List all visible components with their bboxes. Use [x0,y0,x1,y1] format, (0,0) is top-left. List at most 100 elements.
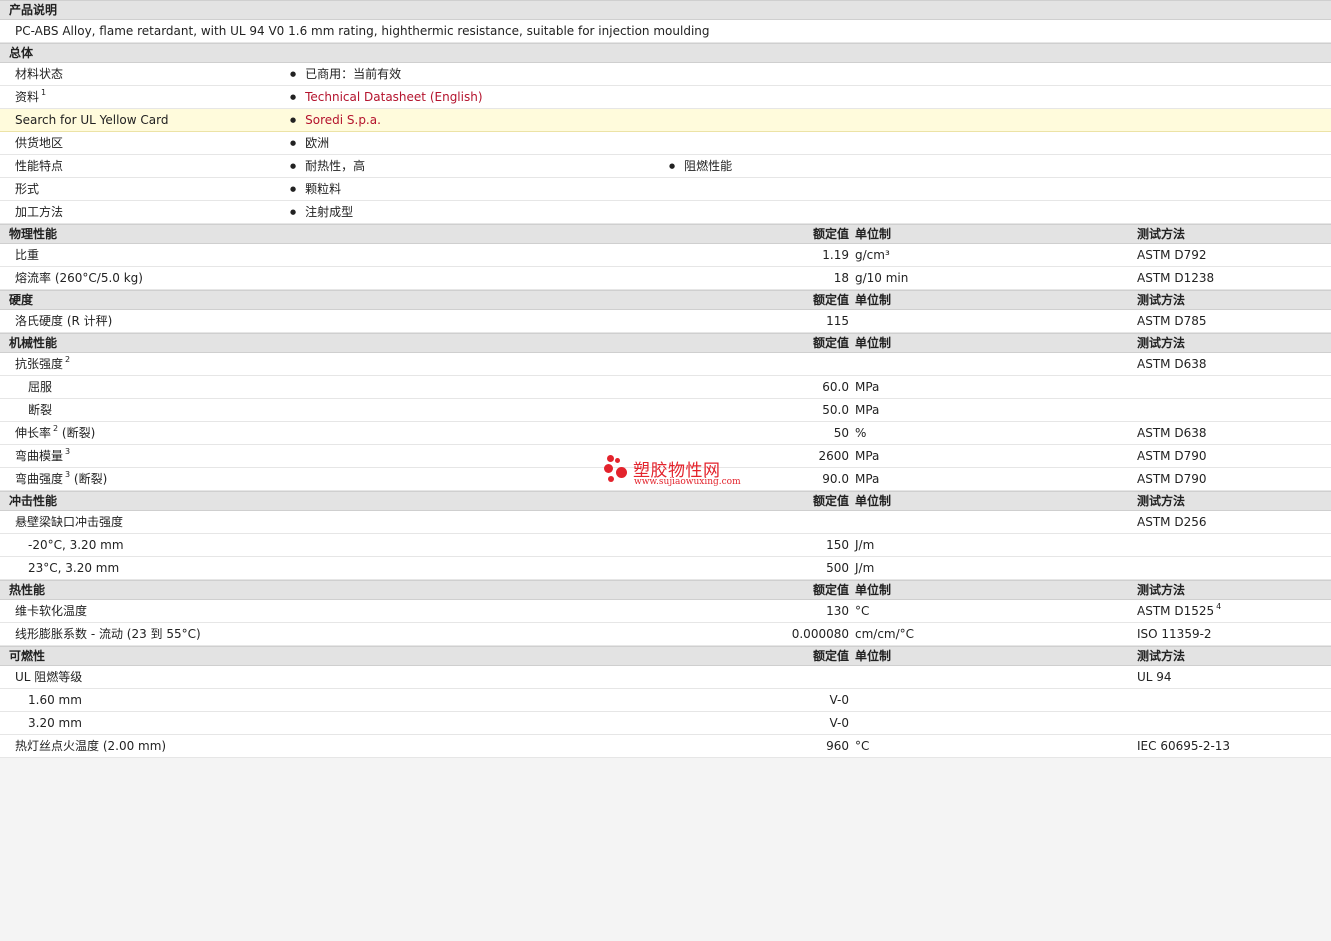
property-label: 23°C, 3.20 mm [28,561,120,575]
property-label: 伸长率 [15,426,52,440]
footnote-mark: 3 [65,470,71,479]
property-value: V-0 [829,716,849,730]
footnote-mark: 3 [65,447,71,456]
property-unit: MPa [855,449,880,463]
row-label-wrap: 资料 1 [15,86,46,108]
property-row: 熔流率 (260°C/5.0 kg) 18 g/10 min ASTM D123… [0,267,1331,290]
section-title: 物理性能 [9,227,58,241]
property-label: 断裂 [28,403,53,417]
header-unit: 单位制 [855,293,892,307]
property-value: 50.0 [822,403,849,417]
property-unit: MPa [855,472,880,486]
header-value: 额定值 [812,649,849,663]
property-label: 弯曲模量 [15,449,64,463]
property-unit: °C [855,604,870,618]
property-unit: °C [855,739,870,753]
property-row: 线形膨胀系数 - 流动 (23 到 55°C) 0.000080 cm/cm/°… [0,623,1331,646]
property-value: 0.000080 [791,627,849,641]
section-header-general: 总体 [0,43,1331,63]
property-row: 热灯丝点火温度 (2.00 mm) 960 °C IEC 60695-2-13 [0,735,1331,758]
property-label: -20°C, 3.20 mm [28,538,124,552]
footnote-mark: 1 [41,88,47,97]
property-row: -20°C, 3.20 mm 150 J/m [0,534,1331,557]
property-label: 洛氏硬度 (R 计秤) [15,314,113,328]
header-value: 额定值 [812,494,849,508]
technical-datasheet-link[interactable]: Technical Datasheet (English) [305,90,482,104]
property-label: 抗张强度 [15,357,64,371]
property-value: 115 [826,314,849,328]
property-row: 维卡软化温度 130 °C ASTM D1525 4 [0,600,1331,623]
property-label-suffix: (断裂) [58,426,96,440]
section-title: 总体 [9,46,34,60]
section-header-description: 产品说明 [0,0,1331,20]
header-value: 额定值 [812,293,849,307]
property-unit: g/cm³ [855,248,890,262]
general-row-form: 形式 颗粒料 [0,178,1331,201]
row-item: 耐热性，高 [290,155,365,179]
property-test: UL 94 [1137,670,1172,684]
property-unit: J/m [855,561,875,575]
footnote-mark: 2 [53,424,59,433]
property-test: ASTM D638 [1137,357,1207,371]
property-test-wrap: ASTM D1525 4 [1137,600,1221,622]
section-title: 冲击性能 [9,494,58,508]
property-value: 1.19 [822,248,849,262]
property-test: ASTM D790 [1137,449,1207,463]
row-label: 材料状态 [15,67,64,81]
general-row-features: 性能特点 耐热性，高 阻燃性能 [0,155,1331,178]
property-unit: g/10 min [855,271,909,285]
property-label: 3.20 mm [28,716,82,730]
property-row: UL 阻燃等级 UL 94 [0,666,1331,689]
property-label: 线形膨胀系数 - 流动 (23 到 55°C) [15,627,201,641]
header-test: 测试方法 [1137,336,1186,350]
property-value: 960 [826,739,849,753]
watermark-logo-icon [604,455,630,485]
description-text: PC-ABS Alloy, flame retardant, with UL 9… [15,24,710,38]
header-unit: 单位制 [855,227,892,241]
property-row: 洛氏硬度 (R 计秤) 115 ASTM D785 [0,310,1331,333]
section-header-flammability: 可燃性 额定值 单位制 测试方法 [0,646,1331,666]
property-row: 抗张强度 2 ASTM D638 [0,353,1331,376]
row-label: 供货地区 [15,136,64,150]
property-unit: cm/cm/°C [855,627,915,641]
property-value: 150 [826,538,849,552]
row-item: 已商用：当前有效 [290,63,401,87]
property-test: ASTM D256 [1137,515,1207,529]
header-test: 测试方法 [1137,649,1186,663]
header-test: 测试方法 [1137,494,1186,508]
footnote-mark: 2 [65,355,71,364]
section-header-mechanical: 机械性能 额定值 单位制 测试方法 [0,333,1331,353]
property-row: 3.20 mm V-0 [0,712,1331,735]
property-label-suffix: (断裂) [70,472,108,486]
property-unit: MPa [855,380,880,394]
property-label: 维卡软化温度 [15,604,88,618]
property-label: 屈服 [28,380,53,394]
property-value: 18 [833,271,849,285]
property-label: 热灯丝点火温度 (2.00 mm) [15,739,167,753]
property-test: ISO 11359-2 [1137,627,1212,641]
property-row: 断裂 50.0 MPa [0,399,1331,422]
watermark-url: www.sujiaowuxing.com [634,477,741,487]
general-row-status: 材料状态 已商用：当前有效 [0,63,1331,86]
section-title: 热性能 [9,583,46,597]
datasheet-table: 产品说明 PC-ABS Alloy, flame retardant, with… [0,0,1331,758]
row-label: 资料 [15,90,40,104]
ul-yellow-card-link[interactable]: Soredi S.p.a. [305,113,381,127]
row-label: 形式 [15,182,40,196]
header-value: 额定值 [812,583,849,597]
section-header-hardness: 硬度 额定值 单位制 测试方法 [0,290,1331,310]
property-label: 比重 [15,248,40,262]
header-value: 额定值 [812,227,849,241]
property-value: V-0 [829,693,849,707]
section-title: 机械性能 [9,336,58,350]
property-value: 50 [833,426,849,440]
row-label: Search for UL Yellow Card [15,113,169,127]
header-value: 额定值 [812,336,849,350]
property-value: 500 [826,561,849,575]
header-unit: 单位制 [855,336,892,350]
property-test: ASTM D785 [1137,314,1207,328]
property-label: 弯曲强度 [15,472,64,486]
site-watermark: 塑胶物性网 www.sujiaowuxing.com [604,455,741,491]
property-test: ASTM D792 [1137,248,1207,262]
property-value: 130 [826,604,849,618]
